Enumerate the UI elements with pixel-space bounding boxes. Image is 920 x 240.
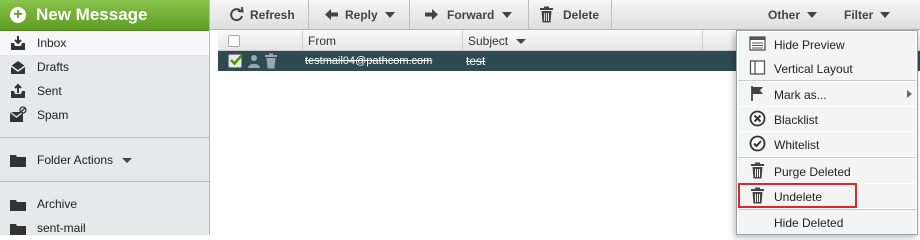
- new-message-button[interactable]: + New Message: [0, 0, 209, 31]
- folder-sent[interactable]: Sent: [0, 79, 209, 103]
- menu-item-blacklist[interactable]: Blacklist: [738, 107, 916, 131]
- menu-item-whitelist[interactable]: Whitelist: [738, 132, 916, 156]
- chevron-right-icon: [907, 90, 912, 98]
- folder-icon: [10, 200, 26, 211]
- column-from[interactable]: From: [302, 30, 462, 50]
- folder-actions-button[interactable]: Folder Actions: [0, 148, 209, 172]
- folder-drafts[interactable]: Drafts: [0, 55, 209, 79]
- menu-item-label: Hide Deleted: [774, 216, 844, 230]
- menu-item-label: Vertical Layout: [774, 62, 853, 76]
- refresh-label: Refresh: [250, 8, 295, 22]
- undelete-highlight-box: [738, 183, 857, 208]
- person-icon: [248, 55, 260, 68]
- delete-button[interactable]: Delete: [529, 0, 611, 29]
- chevron-down-icon: [502, 12, 512, 18]
- spam-icon: [9, 106, 27, 122]
- toolbar-divider: [611, 0, 612, 29]
- sent-icon: [11, 83, 25, 98]
- reply-icon: [325, 9, 338, 20]
- folder-actions-label: Folder Actions: [37, 153, 114, 167]
- chevron-down-icon: [807, 12, 817, 18]
- trash-icon: [265, 53, 277, 69]
- menu-item-label: Hide Preview: [774, 38, 845, 52]
- plus-icon: +: [10, 7, 26, 23]
- hide-preview-icon: [749, 36, 766, 51]
- vertical-layout-icon: [749, 60, 766, 75]
- forward-icon: [425, 9, 438, 20]
- menu-item-mark-as[interactable]: Mark as...: [738, 82, 916, 106]
- menu-item-hide-deleted[interactable]: Hide Deleted: [738, 210, 916, 234]
- reply-button[interactable]: Reply: [309, 0, 409, 29]
- column-subject-label: Subject: [468, 34, 509, 48]
- filter-button[interactable]: Filter: [834, 0, 904, 29]
- folder-inbox[interactable]: Inbox: [0, 31, 209, 55]
- sidebar: + New Message Inbox Drafts Sent Spam Fol…: [0, 0, 210, 235]
- sidebar-divider: [0, 137, 209, 138]
- folder-label: Spam: [37, 108, 69, 122]
- menu-divider: [738, 157, 916, 158]
- chevron-down-icon: [880, 12, 890, 18]
- menu-item-hide-preview[interactable]: Hide Preview: [738, 32, 916, 56]
- folder-icon: [10, 155, 26, 167]
- delete-label: Delete: [563, 8, 600, 22]
- folder-label: Inbox: [37, 36, 67, 50]
- trash-icon: [751, 162, 764, 179]
- whitelist-icon: [749, 135, 766, 152]
- folder-label: Drafts: [37, 60, 70, 74]
- row-checkbox[interactable]: [228, 54, 243, 68]
- refresh-button[interactable]: Refresh: [218, 0, 308, 29]
- chevron-down-icon: [385, 12, 395, 18]
- other-button[interactable]: Other: [758, 0, 830, 29]
- chevron-down-icon: [122, 158, 132, 163]
- menu-item-purge-deleted[interactable]: Purge Deleted: [738, 159, 916, 183]
- blacklist-icon: [749, 110, 766, 127]
- filter-label: Filter: [844, 8, 874, 22]
- menu-item-label: Mark as...: [774, 88, 827, 102]
- column-subject[interactable]: Subject: [462, 30, 702, 50]
- sidebar-divider: [0, 181, 209, 182]
- row-subject: test: [466, 54, 486, 68]
- flag-icon: [751, 86, 763, 101]
- menu-item-label: Blacklist: [774, 113, 819, 127]
- menu-item-label: Purge Deleted: [774, 165, 851, 179]
- forward-button[interactable]: Forward: [410, 0, 528, 29]
- folder-label: sent-mail: [37, 221, 86, 235]
- toolbar: Refresh Reply Forward Delete Other Filte…: [210, 0, 920, 30]
- reply-label: Reply: [345, 8, 378, 22]
- drafts-icon: [10, 61, 26, 74]
- folder-label: Archive: [37, 197, 78, 211]
- menu-item-vertical-layout[interactable]: Vertical Layout: [738, 56, 916, 80]
- forward-label: Forward: [447, 8, 495, 22]
- inbox-icon: [11, 36, 25, 50]
- folder-spam[interactable]: Spam: [0, 103, 209, 127]
- select-all-checkbox[interactable]: [228, 35, 240, 47]
- new-message-label: New Message: [36, 5, 148, 24]
- column-from-label: From: [308, 34, 336, 48]
- folder-icon: [10, 224, 26, 235]
- folder-sent-mail[interactable]: sent-mail: [0, 216, 209, 240]
- menu-divider: [738, 80, 916, 81]
- sort-desc-icon: [516, 39, 526, 44]
- folder-archive[interactable]: Archive: [0, 192, 209, 216]
- trash-icon: [540, 6, 553, 23]
- row-from: testmail04@pathcom.com: [305, 55, 433, 67]
- other-label: Other: [768, 8, 801, 22]
- refresh-icon: [230, 6, 244, 22]
- folder-label: Sent: [37, 84, 62, 98]
- menu-item-label: Whitelist: [774, 138, 820, 152]
